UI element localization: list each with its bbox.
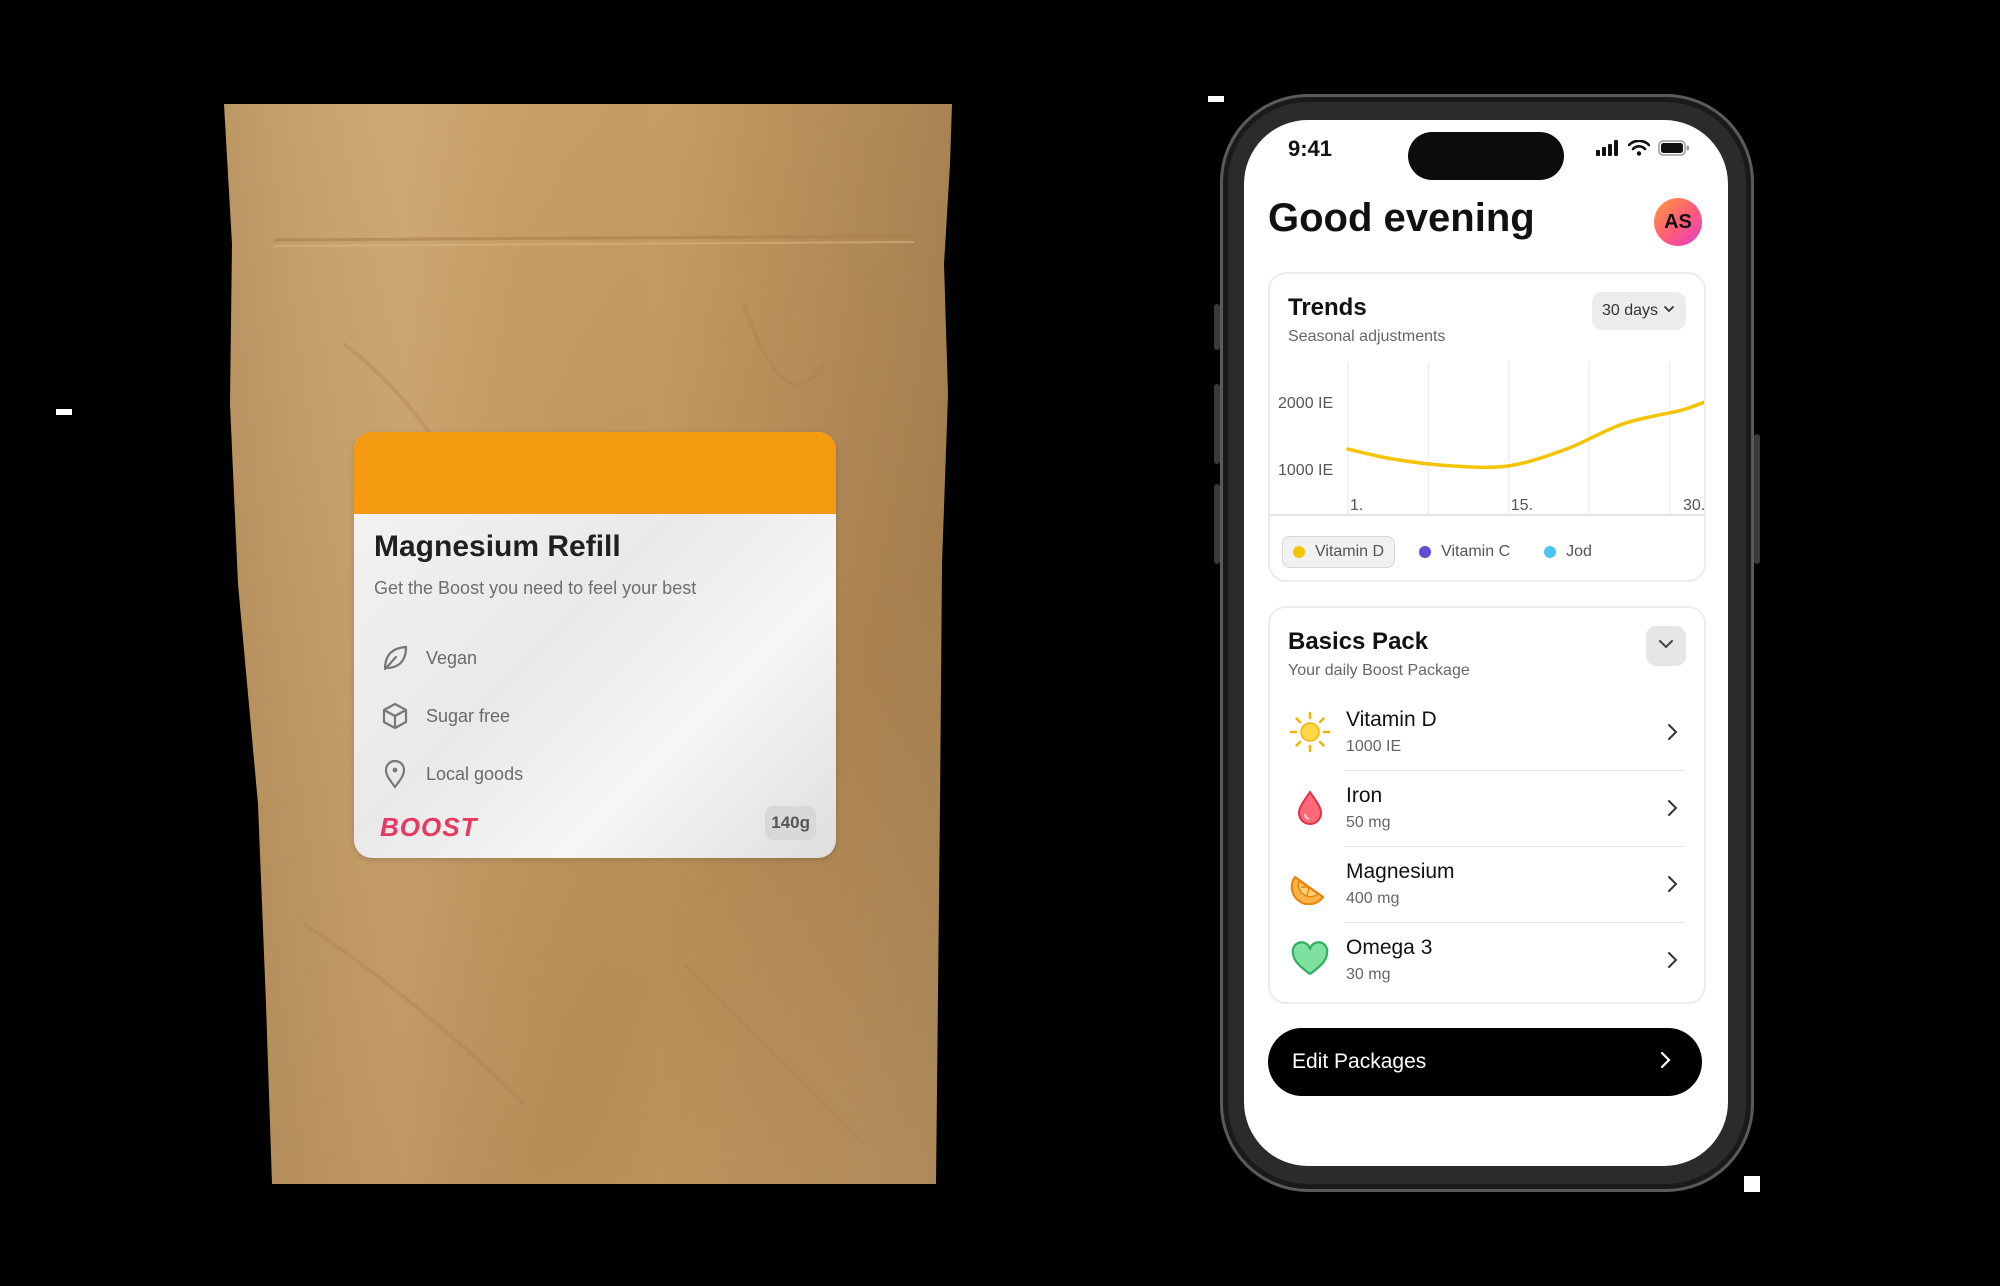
- collapse-button[interactable]: [1646, 626, 1686, 666]
- brand-logo: BOOST: [380, 812, 478, 842]
- avatar[interactable]: AS: [1654, 198, 1702, 246]
- legend-jod[interactable]: Jod: [1534, 537, 1602, 567]
- item-name: Omega 3: [1346, 936, 1433, 959]
- stray-mark: [1744, 1176, 1760, 1192]
- product-label: Magnesium Refill Get the Boost you need …: [354, 432, 836, 858]
- wifi-icon: [1627, 139, 1651, 161]
- feature-label: Sugar free: [426, 705, 511, 726]
- battery-icon: [1658, 140, 1690, 161]
- chevron-right-icon: [1660, 796, 1684, 820]
- feature-local-goods: Local goods: [378, 754, 523, 794]
- pack-subtitle: Your daily Boost Package: [1288, 662, 1470, 679]
- product-title: Magnesium Refill: [374, 530, 621, 563]
- product-subtitle: Get the Boost you need to feel your best: [374, 578, 697, 598]
- trends-title: Trends: [1288, 294, 1367, 321]
- y-tick-label: 2000 IE: [1278, 395, 1333, 412]
- heart-icon: [1288, 938, 1332, 982]
- sun-icon: [1288, 710, 1332, 754]
- status-time: 9:41: [1288, 136, 1333, 161]
- feature-label: Local goods: [426, 763, 524, 784]
- trends-card: Trends Seasonal adjustments 30 days 1000…: [1268, 272, 1706, 582]
- chevron-down-icon: [1662, 302, 1676, 321]
- trends-subtitle: Seasonal adjustments: [1288, 328, 1446, 345]
- location-pin-icon: [378, 757, 412, 791]
- legend-vitamin-d[interactable]: Vitamin D: [1282, 536, 1396, 568]
- orange-slice-icon: [1288, 862, 1332, 906]
- legend-label: Jod: [1566, 543, 1592, 560]
- range-label: 30 days: [1601, 302, 1658, 319]
- chevron-right-icon: [1660, 872, 1684, 896]
- feature-sugar-free: Sugar free: [378, 696, 510, 736]
- x-tick-label: 1.: [1350, 497, 1363, 514]
- chart-legend: Vitamin D Vitamin C Jod: [1282, 536, 1602, 568]
- range-dropdown[interactable]: 30 days: [1591, 292, 1686, 330]
- trend-chart: 1000 IE 2000 IE 1. 15. 30.: [1270, 362, 1704, 516]
- series-line-vitamin-d: [1346, 400, 1704, 470]
- pack-item-omega-3[interactable]: Omega 3 30 mg: [1288, 922, 1684, 998]
- dynamic-island: [1408, 132, 1564, 180]
- x-tick-label: 30.: [1683, 497, 1704, 514]
- item-dose: 30 mg: [1346, 966, 1391, 983]
- legend-vitamin-c[interactable]: Vitamin C: [1409, 537, 1520, 567]
- label-color-band: [354, 432, 836, 514]
- drop-icon: [1288, 786, 1332, 830]
- chevron-right-icon: [1658, 1050, 1672, 1075]
- item-dose: 1000 IE: [1346, 738, 1402, 755]
- legend-dot: [1293, 546, 1305, 558]
- pack-item-iron[interactable]: Iron 50 mg: [1288, 770, 1684, 846]
- volume-up-button: [1214, 384, 1220, 464]
- chevron-right-icon: [1660, 948, 1684, 972]
- cube-icon: [378, 699, 412, 733]
- item-dose: 50 mg: [1346, 814, 1391, 831]
- volume-down-button: [1214, 484, 1220, 564]
- power-button: [1754, 434, 1760, 564]
- signal-icon: [1596, 140, 1620, 161]
- status-icons: [1596, 139, 1690, 161]
- y-tick-label: 1000 IE: [1278, 462, 1333, 479]
- stray-mark: [1208, 96, 1224, 102]
- pack-title: Basics Pack: [1288, 628, 1429, 655]
- product-pouch: Magnesium Refill Get the Boost you need …: [224, 104, 952, 1184]
- pack-item-magnesium[interactable]: Magnesium 400 mg: [1288, 846, 1684, 922]
- leaf-icon: [378, 641, 412, 675]
- chevron-right-icon: [1660, 720, 1684, 744]
- item-name: Iron: [1346, 784, 1383, 807]
- cta-label: Edit Packages: [1292, 1050, 1427, 1073]
- edit-packages-button[interactable]: Edit Packages: [1268, 1028, 1702, 1096]
- legend-dot: [1544, 546, 1557, 558]
- legend-label: Vitamin D: [1315, 543, 1385, 560]
- stray-mark: [56, 409, 72, 415]
- item-name: Vitamin D: [1346, 708, 1437, 731]
- item-name: Magnesium: [1346, 860, 1455, 883]
- action-button: [1214, 304, 1220, 350]
- pack-item-vitamin-d[interactable]: Vitamin D 1000 IE: [1288, 694, 1684, 770]
- greeting-heading: Good evening: [1268, 196, 1535, 240]
- legend-label: Vitamin C: [1441, 543, 1511, 560]
- feature-label: Vegan: [426, 647, 478, 668]
- weight-badge: 140g: [765, 806, 816, 840]
- feature-vegan: Vegan: [378, 638, 477, 678]
- item-dose: 400 mg: [1346, 890, 1400, 907]
- x-tick-label: 15.: [1511, 497, 1533, 514]
- legend-dot: [1419, 546, 1432, 558]
- chevron-down-icon: [1657, 635, 1675, 658]
- basics-pack-card: Basics Pack Your daily Boost Package Vit…: [1268, 606, 1706, 1004]
